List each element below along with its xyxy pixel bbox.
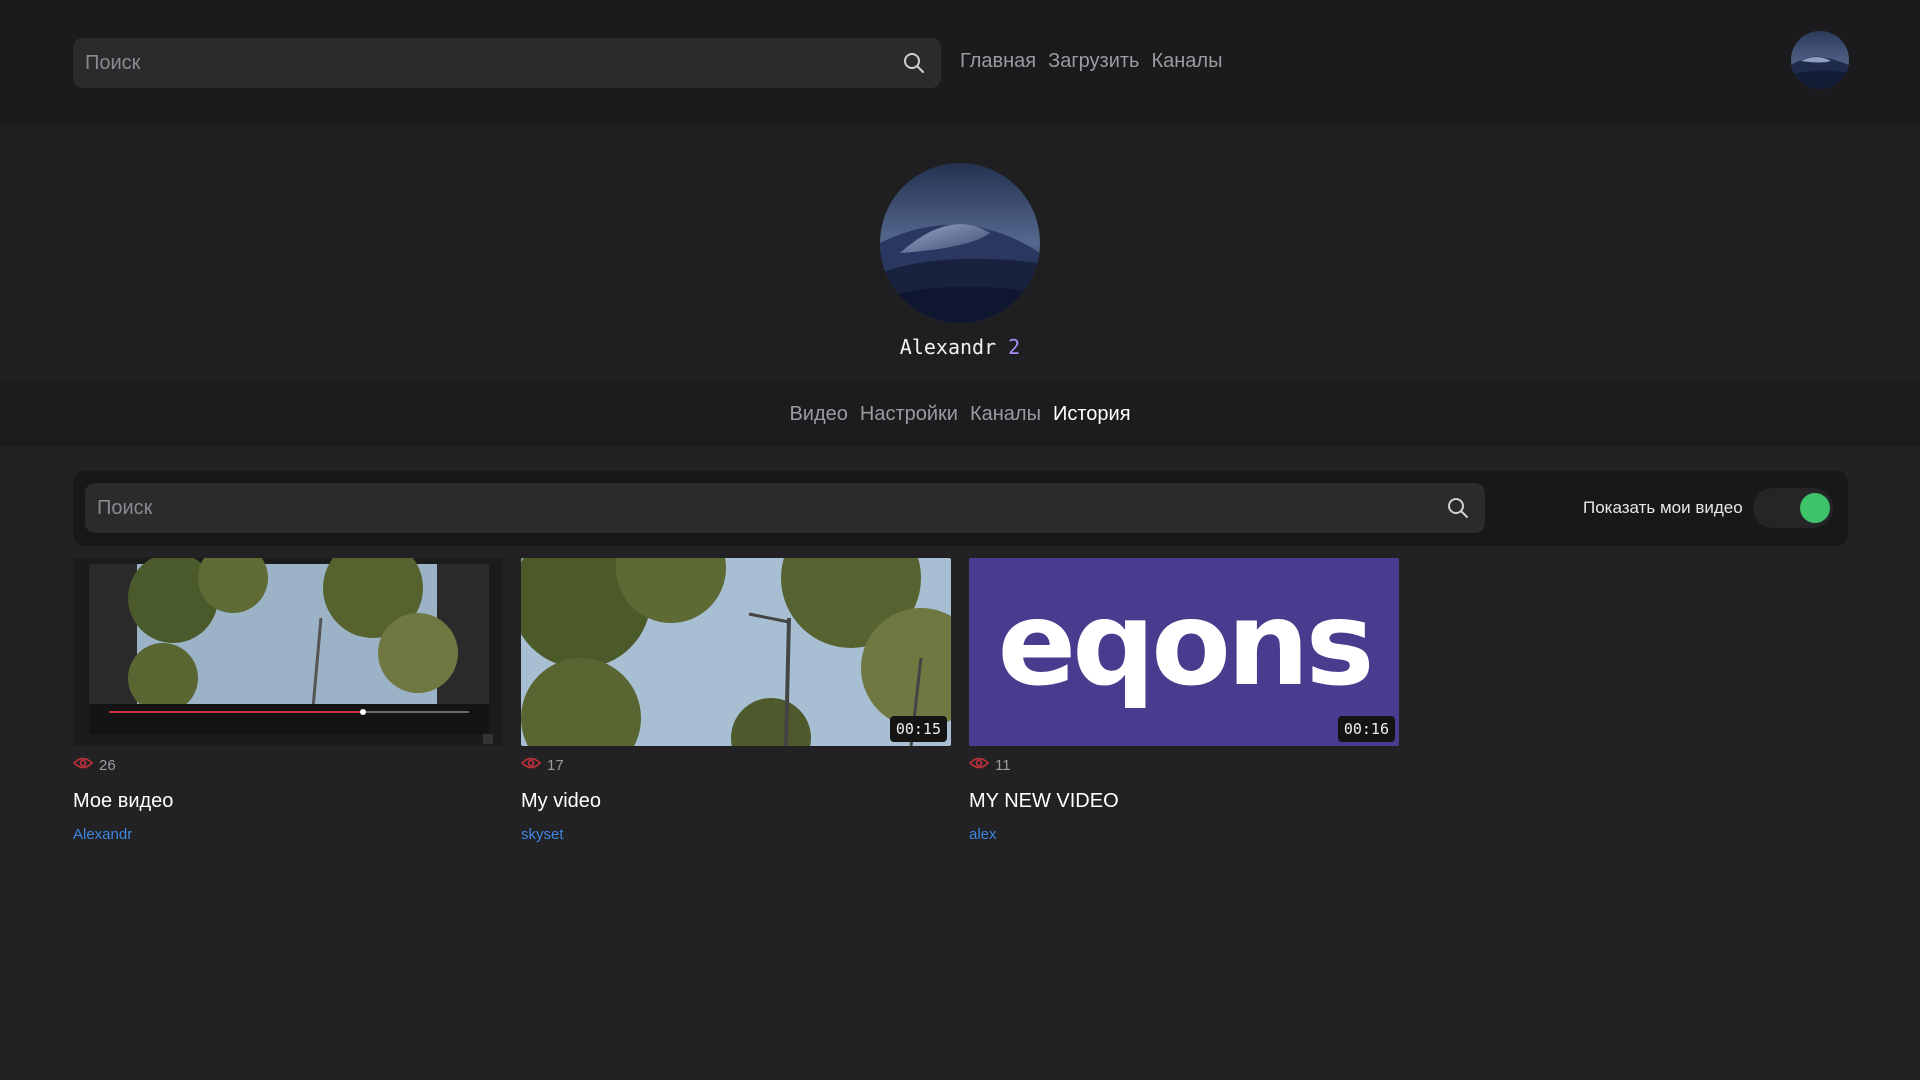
- eye-icon: [520, 756, 542, 774]
- profile-header: Alexandr 2: [0, 124, 1920, 382]
- view-count: 11: [968, 756, 1011, 774]
- video-duration: 00:15: [889, 716, 947, 742]
- tab-videos[interactable]: Видео: [789, 403, 847, 426]
- profile-count: 2: [1008, 335, 1021, 359]
- main-nav: Главная Загрузить Каналы: [960, 50, 1222, 73]
- top-bar: Главная Загрузить Каналы: [0, 0, 1920, 124]
- eye-icon: [72, 756, 94, 774]
- view-count-value: 26: [99, 756, 116, 774]
- video-author-link[interactable]: skyset: [521, 826, 564, 843]
- history-filter-bar: Показать мои видео: [73, 471, 1848, 546]
- video-thumbnail[interactable]: [73, 558, 503, 746]
- history-search-box: [85, 483, 1485, 533]
- history-search-input[interactable]: [97, 496, 1443, 520]
- view-count-value: 17: [547, 756, 564, 774]
- profile-name: Alexandr 2: [0, 335, 1920, 359]
- profile-tabs: Видео Настройки Каналы История: [0, 382, 1920, 446]
- profile-username: Alexandr: [899, 335, 997, 359]
- video-card[interactable]: 00:15 17 My video skyset: [520, 558, 951, 843]
- tab-settings[interactable]: Настройки: [860, 403, 958, 426]
- video-author-link[interactable]: alex: [969, 826, 997, 843]
- video-title[interactable]: Мое видео: [73, 790, 173, 813]
- tab-channels[interactable]: Каналы: [970, 403, 1041, 426]
- show-my-videos-label: Показать мои видео: [1583, 498, 1743, 517]
- view-count: 17: [520, 756, 564, 774]
- toggle-knob: [1800, 493, 1830, 523]
- search-icon[interactable]: [1443, 493, 1473, 523]
- top-search-input[interactable]: [85, 51, 899, 75]
- top-search-box: [73, 38, 941, 88]
- view-count-value: 11: [995, 756, 1011, 774]
- video-title[interactable]: My video: [521, 790, 601, 813]
- video-duration: 00:16: [1337, 716, 1395, 742]
- show-my-videos-toggle[interactable]: [1753, 488, 1833, 528]
- view-count: 26: [72, 756, 116, 774]
- video-author-link[interactable]: Alexandr: [73, 826, 132, 843]
- video-thumbnail[interactable]: eqons 00:16: [969, 558, 1399, 746]
- video-card[interactable]: 26 Мое видео Alexandr: [72, 558, 503, 843]
- search-icon[interactable]: [899, 48, 929, 78]
- profile-avatar: [880, 163, 1040, 323]
- nav-home-link[interactable]: Главная: [960, 50, 1036, 73]
- video-card[interactable]: eqons 00:16 11 MY NEW VIDEO alex: [968, 558, 1399, 843]
- tab-history[interactable]: История: [1053, 403, 1131, 426]
- nav-channels-link[interactable]: Каналы: [1151, 50, 1222, 73]
- nav-upload-link[interactable]: Загрузить: [1048, 50, 1139, 73]
- user-avatar[interactable]: [1791, 31, 1849, 89]
- thumbnail-logo-text: eqons: [997, 577, 1370, 712]
- video-thumbnail[interactable]: 00:15: [521, 558, 951, 746]
- eye-icon: [968, 756, 990, 774]
- video-title[interactable]: MY NEW VIDEO: [969, 790, 1119, 813]
